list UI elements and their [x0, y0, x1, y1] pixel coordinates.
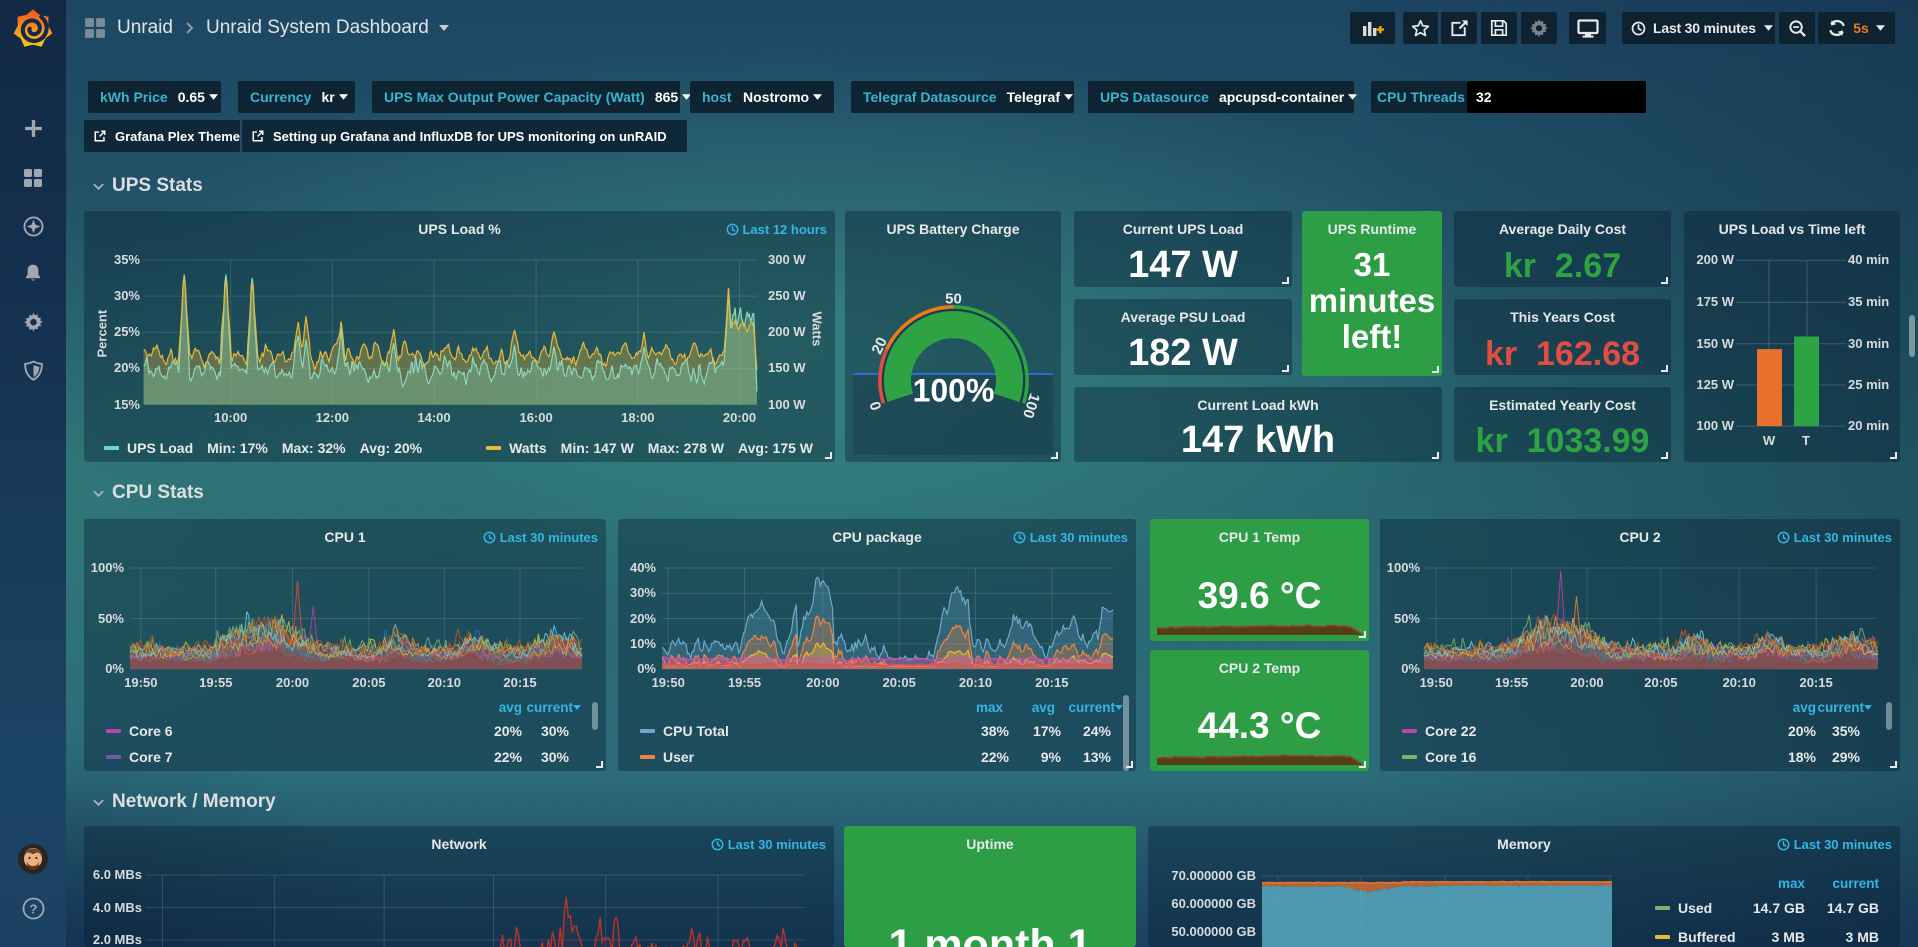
- svg-text:100%: 100%: [913, 373, 995, 409]
- svg-text:50: 50: [945, 290, 962, 307]
- svg-text:0: 0: [867, 399, 886, 412]
- svg-text:?: ?: [29, 901, 37, 916]
